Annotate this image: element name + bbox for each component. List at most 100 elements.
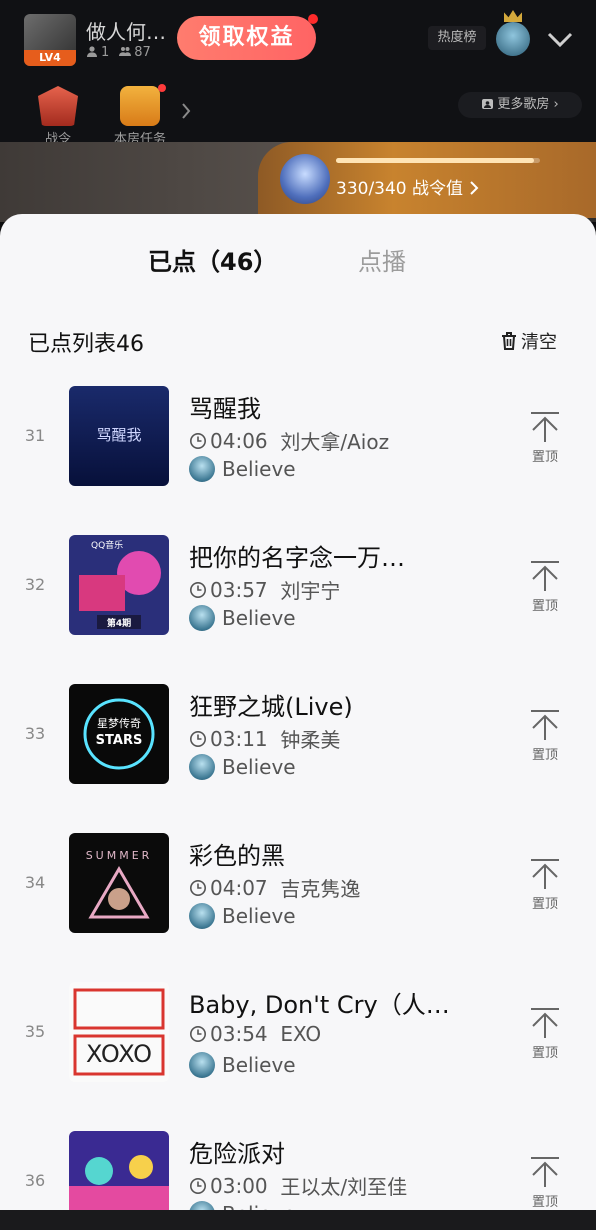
more-rooms-button[interactable]: 更多歌房 › xyxy=(458,92,582,118)
pin-top-button[interactable]: 置顶 xyxy=(522,708,568,763)
room-header: LV4 做人何… 1 87 领取权益 热度榜 xyxy=(0,0,596,80)
song-artist: 刘大拿/Aioz xyxy=(280,430,390,454)
pin-top-icon xyxy=(531,412,559,442)
song-artist: 钟柔美 xyxy=(280,728,341,752)
song-title: 骂醒我 xyxy=(189,395,261,423)
claim-benefits-button[interactable]: 领取权益 xyxy=(177,14,318,60)
requester: Believe xyxy=(189,754,296,780)
requester-name: Believe xyxy=(222,904,296,928)
song-artist: 王以太/刘至佳 xyxy=(280,1175,408,1199)
svg-text:QQ音乐: QQ音乐 xyxy=(91,539,123,551)
tab-ordered[interactable]: 已点（46） xyxy=(148,242,277,277)
svg-text:星梦传奇: 星梦传奇 xyxy=(97,717,141,730)
song-index: 36 xyxy=(24,1171,46,1190)
requester-name: Believe xyxy=(222,755,296,779)
clear-label: 清空 xyxy=(521,332,557,353)
pin-top-button[interactable]: 置顶 xyxy=(522,1006,568,1061)
clock-icon xyxy=(190,1177,206,1194)
requester-name: Believe xyxy=(222,1053,296,1077)
pin-top-icon xyxy=(531,1008,559,1038)
svg-text:XOXO: XOXO xyxy=(86,1040,152,1068)
avatar[interactable] xyxy=(189,903,215,929)
chevron-down-icon[interactable] xyxy=(546,28,574,50)
clear-button[interactable]: 清空 xyxy=(500,328,557,354)
hot-rank-button[interactable]: 热度榜 xyxy=(428,26,486,50)
trash-icon xyxy=(502,332,516,350)
pin-top-label: 置顶 xyxy=(531,599,558,614)
song-index: 34 xyxy=(24,873,46,892)
chevron-right-icon xyxy=(470,181,479,195)
svg-text:第4期: 第4期 xyxy=(107,617,131,629)
battle-pass-progress-fill xyxy=(336,158,534,163)
pin-top-icon xyxy=(531,1157,559,1187)
song-artist: 吉克隽逸 xyxy=(280,877,361,901)
svg-text:STARS: STARS xyxy=(96,733,143,748)
song-artist: EXO xyxy=(280,1022,322,1046)
avatar[interactable] xyxy=(189,754,215,780)
list-item[interactable]: 34 SUMMER 彩色的黑 04:07 吉克隽逸 Believe 置顶 xyxy=(0,833,596,982)
room-stats: 1 87 xyxy=(86,45,151,60)
song-title: 彩色的黑 xyxy=(189,842,285,870)
system-nav-strip xyxy=(0,1210,596,1230)
list-item[interactable]: 31 骂醒我 骂醒我 04:06 刘大拿/Aioz Believe 置顶 xyxy=(0,386,596,535)
album-cover[interactable]: SUMMER xyxy=(69,833,169,933)
avatar[interactable] xyxy=(189,605,215,631)
song-index: 35 xyxy=(24,1022,46,1041)
online-count: 1 xyxy=(86,45,109,60)
list-item[interactable]: 35 XOXO Baby, Don't Cry（人… 03:54 EXO Bel… xyxy=(0,982,596,1131)
song-index: 31 xyxy=(24,426,46,445)
album-cover[interactable]: 骂醒我 xyxy=(69,386,169,486)
room-avatar[interactable]: LV4 xyxy=(24,14,76,66)
song-meta: 03:00 王以太/刘至佳 xyxy=(189,1171,407,1200)
battle-pass-value[interactable]: 330/340 战令值 xyxy=(336,174,479,199)
queue-sheet: 已点（46） 点播 已点列表46 清空 31 骂醒我 骂醒我 04:06 刘大拿… xyxy=(0,214,596,1230)
list-title: 已点列表46 xyxy=(28,332,144,357)
pin-top-label: 置顶 xyxy=(531,1195,558,1210)
song-meta: 03:11 钟柔美 xyxy=(189,724,340,753)
room-title[interactable]: 做人何… xyxy=(86,16,166,45)
clock-icon xyxy=(190,1026,206,1042)
claim-notification-dot xyxy=(308,14,318,24)
requester: Believe xyxy=(189,903,296,929)
album-cover[interactable]: XOXO xyxy=(69,982,169,1082)
pin-top-label: 置顶 xyxy=(531,450,558,465)
pin-top-button[interactable]: 置顶 xyxy=(522,410,568,465)
task-notification-dot xyxy=(158,84,166,92)
user-icon xyxy=(87,46,97,57)
battle-pass-tool[interactable]: 战令 xyxy=(28,86,88,147)
clock-icon xyxy=(190,581,206,598)
tab-request[interactable]: 点播 xyxy=(358,242,406,277)
requester: Believe xyxy=(189,456,296,482)
song-artist: 刘宇宁 xyxy=(280,579,341,603)
album-cover[interactable]: 星梦传奇 STARS xyxy=(69,684,169,784)
pin-top-icon xyxy=(531,710,559,740)
song-index: 32 xyxy=(24,575,46,594)
avatar[interactable] xyxy=(496,22,530,56)
list-item[interactable]: 33 星梦传奇 STARS 狂野之城(Live) 03:11 钟柔美 Believ… xyxy=(0,684,596,833)
pin-top-label: 置顶 xyxy=(531,1046,558,1061)
list-item[interactable]: 32 QQ音乐 第4期 把你的名字念一万… 03:57 刘宇宁 Believe 置… xyxy=(0,535,596,684)
room-level-badge: LV4 xyxy=(24,50,76,66)
room-task-tool[interactable]: 本房任务 xyxy=(102,86,178,147)
pin-top-button[interactable]: 置顶 xyxy=(522,1155,568,1210)
avatar[interactable] xyxy=(189,456,215,482)
battle-pass-icon xyxy=(38,86,78,126)
requester: Believe xyxy=(189,605,296,631)
avatar[interactable] xyxy=(189,1052,215,1078)
group-icon xyxy=(119,47,132,56)
song-meta: 04:06 刘大拿/Aioz xyxy=(189,426,389,455)
clock-icon xyxy=(190,432,206,449)
pin-top-button[interactable]: 置顶 xyxy=(522,559,568,614)
song-title: 狂野之城(Live) xyxy=(189,693,353,721)
album-cover[interactable]: QQ音乐第4期 xyxy=(69,535,169,635)
pin-top-icon xyxy=(531,859,559,889)
clock-icon xyxy=(190,879,206,896)
battle-pass-progress-bar xyxy=(336,158,540,163)
song-duration: 03:11 xyxy=(210,726,268,751)
crown-icon xyxy=(504,10,522,22)
pin-top-button[interactable]: 置顶 xyxy=(522,857,568,912)
svg-text:骂醒我: 骂醒我 xyxy=(96,426,141,444)
more-rooms-label: 更多歌房 xyxy=(497,97,550,112)
requester: Believe xyxy=(189,1052,296,1078)
chevron-right-icon[interactable] xyxy=(181,102,191,120)
